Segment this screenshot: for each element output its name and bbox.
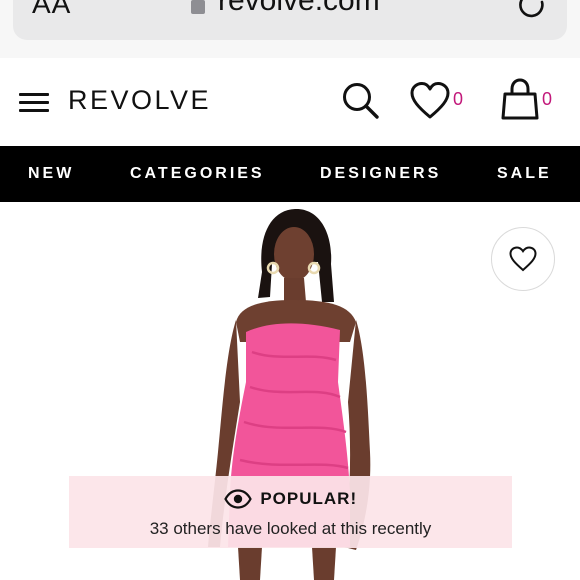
popular-title: POPULAR! [260, 489, 358, 508]
heart-icon [509, 246, 537, 272]
wishlist-icon[interactable] [410, 82, 450, 120]
text-size-button[interactable]: AA [32, 0, 71, 20]
menu-icon[interactable] [19, 93, 51, 113]
nav-item-new[interactable]: NEW [28, 165, 74, 183]
add-to-wishlist-button[interactable] [491, 227, 555, 291]
category-nav: NEW CATEGORIES DESIGNERS SALE [0, 146, 580, 202]
browser-address-bar: AA revolve.com [0, 0, 580, 59]
lock-icon [191, 0, 205, 14]
bag-count: 0 [542, 89, 553, 109]
popular-message: 33 others have looked at this recently [149, 519, 432, 538]
reload-icon[interactable] [518, 0, 548, 20]
wishlist-count: 0 [453, 89, 464, 109]
search-icon[interactable] [340, 80, 380, 120]
site-header: REVOLVE 0 0 [0, 58, 580, 146]
product-gallery: POPULAR! 33 others have looked at this r… [0, 202, 580, 580]
popular-banner: POPULAR! 33 others have looked at this r… [69, 476, 512, 548]
shopping-bag-icon[interactable] [500, 78, 540, 120]
eye-icon [224, 489, 252, 509]
url-text[interactable]: revolve.com [218, 0, 380, 18]
site-logo[interactable]: REVOLVE [68, 85, 211, 116]
nav-item-sale[interactable]: SALE [497, 165, 552, 183]
nav-item-designers[interactable]: DESIGNERS [320, 165, 441, 183]
nav-item-categories[interactable]: CATEGORIES [130, 165, 265, 183]
